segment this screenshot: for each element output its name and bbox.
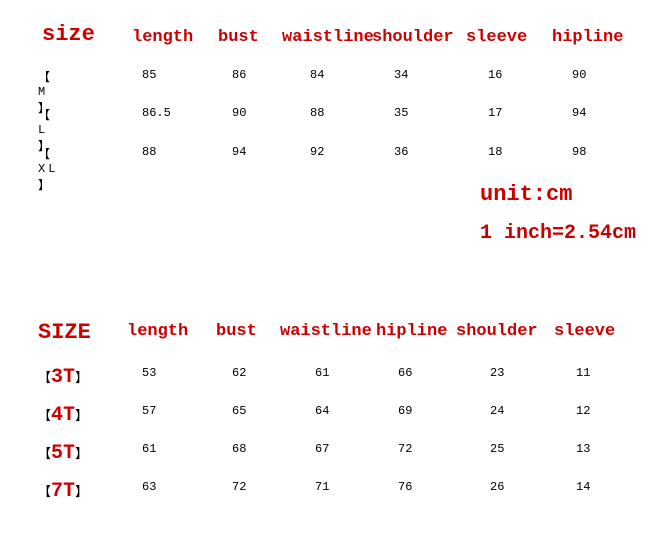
t2-cell: 71 (315, 480, 329, 494)
t2-header-shoulder: shoulder (456, 322, 538, 341)
t2-cell: 23 (490, 366, 504, 380)
t2-cell: 26 (490, 480, 504, 494)
t2-header-waistline: waistline (280, 322, 372, 341)
t2-cell: 14 (576, 480, 590, 494)
t2-cell: 24 (490, 404, 504, 418)
t1-cell: 88 (142, 145, 156, 159)
t2-header-size: SIZE (38, 320, 91, 345)
t1-header-size: size (42, 22, 95, 47)
t1-header-waistline: waistline (282, 28, 374, 47)
t2-header-sleeve: sleeve (554, 322, 615, 341)
t2-cell: 66 (398, 366, 412, 380)
t1-header-length: length (132, 28, 193, 47)
t2-cell: 11 (576, 366, 590, 380)
t2-size-3t: 【3T】 (38, 366, 88, 389)
t1-cell: 36 (394, 145, 408, 159)
t2-size-4t: 【4T】 (38, 404, 88, 427)
t2-cell: 72 (398, 442, 412, 456)
unit-cm: unit:cm (480, 182, 572, 207)
t2-cell: 64 (315, 404, 329, 418)
t1-cell: 17 (488, 106, 502, 120)
t2-cell: 25 (490, 442, 504, 456)
t1-cell: 16 (488, 68, 502, 82)
t1-header-hipline: hipline (552, 28, 623, 47)
t2-cell: 61 (315, 366, 329, 380)
t2-size-5t: 【5T】 (38, 442, 88, 465)
t1-cell: 94 (572, 106, 586, 120)
t2-cell: 12 (576, 404, 590, 418)
t2-cell: 61 (142, 442, 156, 456)
t1-cell: 92 (310, 145, 324, 159)
t1-cell: 18 (488, 145, 502, 159)
unit-inch: 1 inch=2.54cm (480, 222, 636, 245)
t2-cell: 69 (398, 404, 412, 418)
t2-cell: 76 (398, 480, 412, 494)
t2-size-7t: 【7T】 (38, 480, 88, 503)
t2-cell: 65 (232, 404, 246, 418)
t2-header-hipline: hipline (376, 322, 447, 341)
t1-header-shoulder: shoulder (372, 28, 454, 47)
t1-size-xl: 【 XL 】 (38, 145, 58, 193)
t2-cell: 57 (142, 404, 156, 418)
t1-cell: 86 (232, 68, 246, 82)
t1-cell: 90 (232, 106, 246, 120)
t1-header-bust: bust (218, 28, 259, 47)
t2-cell: 53 (142, 366, 156, 380)
t1-cell: 34 (394, 68, 408, 82)
t2-cell: 68 (232, 442, 246, 456)
t1-cell: 90 (572, 68, 586, 82)
t1-cell: 85 (142, 68, 156, 82)
t1-header-sleeve: sleeve (466, 28, 527, 47)
t2-header-length: length (127, 322, 188, 341)
t1-cell: 84 (310, 68, 324, 82)
t1-cell: 35 (394, 106, 408, 120)
t2-cell: 62 (232, 366, 246, 380)
t2-cell: 13 (576, 442, 590, 456)
t2-cell: 63 (142, 480, 156, 494)
t2-header-bust: bust (216, 322, 257, 341)
t1-cell: 98 (572, 145, 586, 159)
t2-cell: 67 (315, 442, 329, 456)
t1-cell: 86.5 (142, 106, 171, 120)
t2-cell: 72 (232, 480, 246, 494)
t1-cell: 94 (232, 145, 246, 159)
t1-cell: 88 (310, 106, 324, 120)
